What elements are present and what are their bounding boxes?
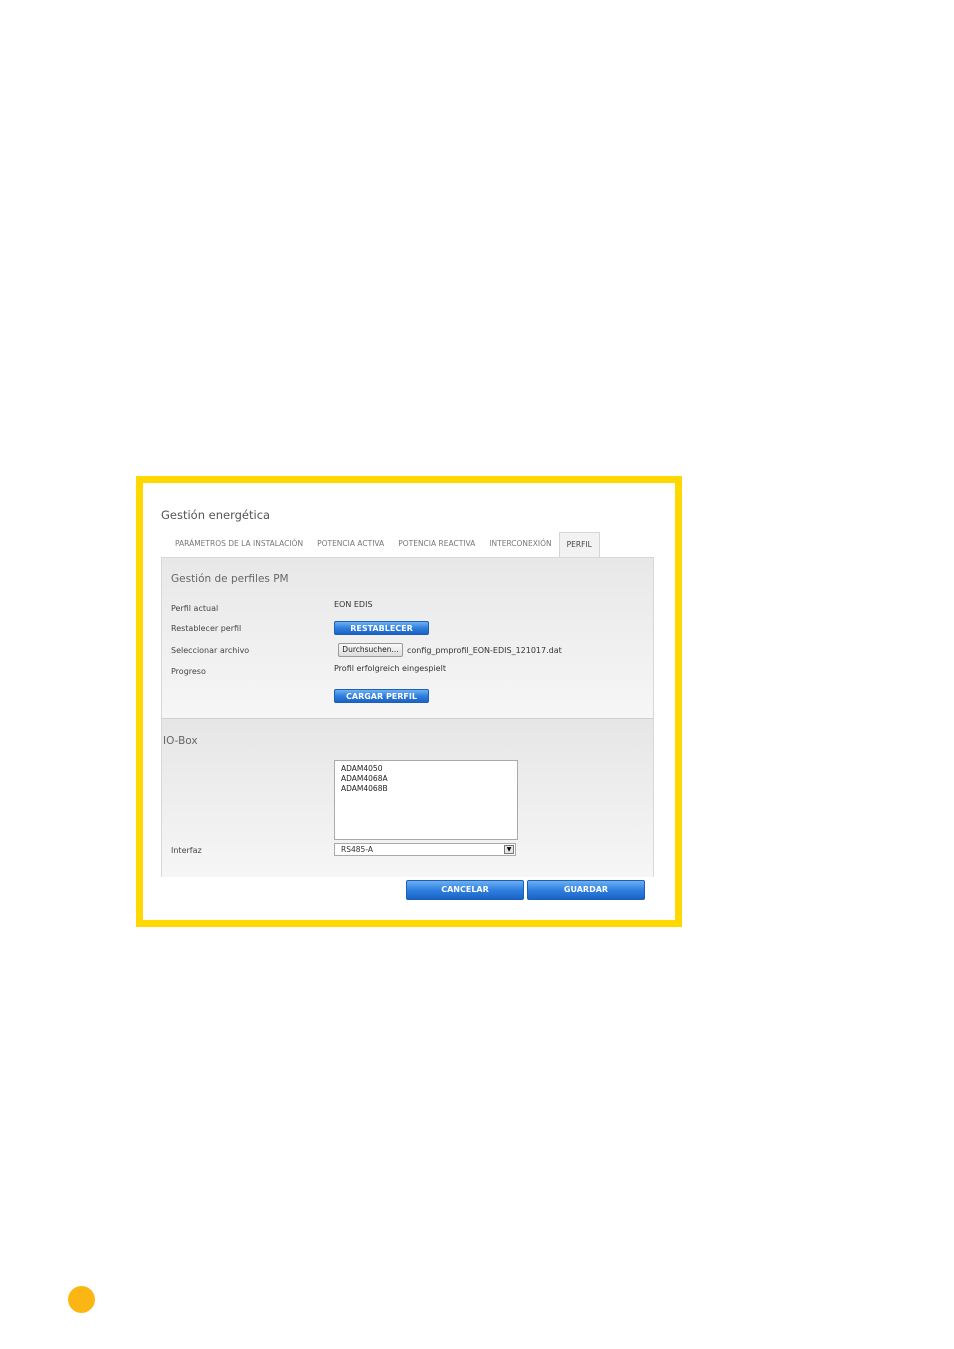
list-item[interactable]: ADAM4068B	[341, 784, 511, 794]
progress-label: Progreso	[171, 667, 206, 676]
list-item[interactable]: ADAM4068A	[341, 774, 511, 784]
save-button[interactable]: GUARDAR	[527, 880, 645, 900]
interface-label: Interfaz	[171, 846, 202, 855]
upload-profile-button[interactable]: CARGAR PERFIL	[334, 689, 429, 703]
tab-potencia-activa[interactable]: POTENCIA ACTIVA	[310, 531, 391, 557]
page-marker-dot	[68, 1286, 95, 1313]
progress-value: Profil erfolgreich eingespielt	[334, 664, 446, 673]
tab-interconexion[interactable]: INTERCONEXIÓN	[482, 531, 558, 557]
tab-parametros-instalacion[interactable]: PARÁMETROS DE LA INSTALACIÓN	[168, 531, 310, 557]
current-profile-label: Perfil actual	[171, 604, 219, 613]
profiles-section-title: Gestión de perfiles PM	[171, 573, 289, 585]
tab-panel: Gestión de perfiles PM Perfil actual EON…	[161, 557, 654, 877]
current-profile-value: EON EDIS	[334, 600, 373, 609]
tab-potencia-reactiva[interactable]: POTENCIA REACTIVA	[391, 531, 482, 557]
interface-select-value: RS485-A	[341, 845, 373, 854]
list-item[interactable]: ADAM4050	[341, 764, 511, 774]
selected-file-name: config_pmprofil_EON-EDIS_121017.dat	[407, 646, 562, 655]
iobox-section-title: IO-Box	[163, 735, 198, 747]
select-file-label: Seleccionar archivo	[171, 646, 250, 655]
tab-perfil[interactable]: PERFIL	[558, 532, 600, 557]
interface-select[interactable]: RS485-A ▼	[334, 843, 516, 856]
iobox-section: IO-Box ADAM4050 ADAM4068A ADAM4068B Inte…	[162, 719, 653, 877]
profiles-section: Gestión de perfiles PM Perfil actual EON…	[162, 558, 653, 719]
chevron-down-icon[interactable]: ▼	[504, 845, 514, 854]
tab-bar: PARÁMETROS DE LA INSTALACIÓN POTENCIA AC…	[168, 531, 600, 557]
reset-button[interactable]: RESTABLECER	[334, 621, 429, 635]
dialog-title: Gestión energética	[161, 508, 271, 522]
reset-profile-label: Restablecer perfil	[171, 624, 242, 633]
iobox-device-list[interactable]: ADAM4050 ADAM4068A ADAM4068B	[334, 760, 518, 840]
cancel-button[interactable]: CANCELAR	[406, 880, 524, 900]
browse-button[interactable]: Durchsuchen...	[338, 643, 403, 657]
dialog-frame: Gestión energética PARÁMETROS DE LA INST…	[136, 476, 682, 927]
